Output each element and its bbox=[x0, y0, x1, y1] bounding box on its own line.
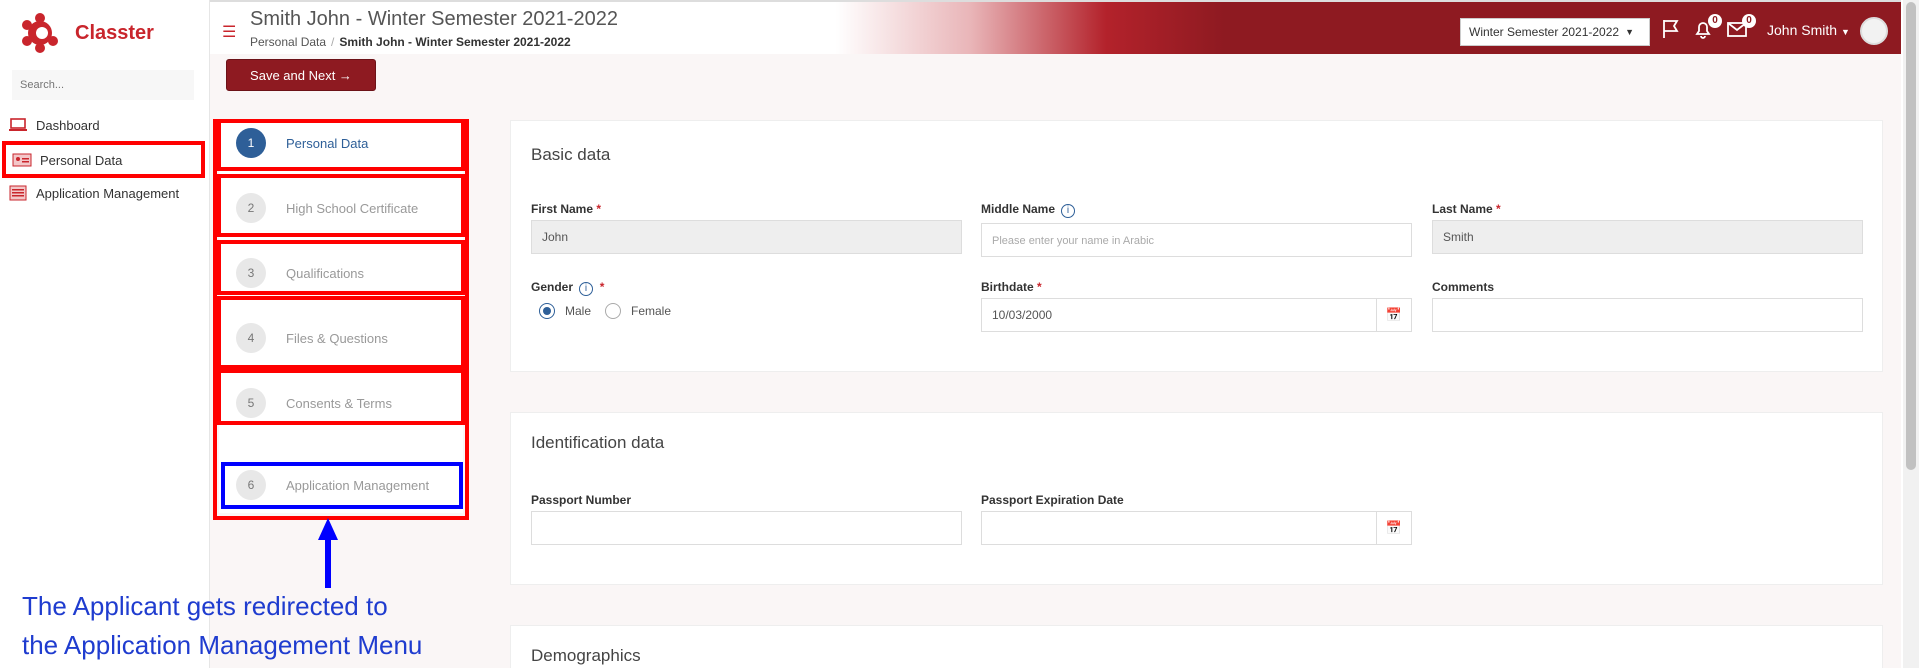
step-1-highlight bbox=[217, 119, 465, 171]
envelope-icon[interactable]: 0 bbox=[1726, 14, 1756, 40]
save-and-next-button[interactable]: Save and Next → bbox=[226, 59, 376, 91]
middle-name-field[interactable] bbox=[981, 223, 1412, 257]
birthdate-field[interactable] bbox=[981, 298, 1377, 332]
breadcrumb-separator: / bbox=[331, 35, 335, 49]
calendar-icon[interactable]: 📅 bbox=[1376, 298, 1412, 332]
messages-badge: 0 bbox=[1742, 14, 1756, 28]
sidebar-item-application-management[interactable]: Application Management bbox=[8, 180, 179, 206]
passport-number-field[interactable] bbox=[531, 511, 962, 545]
classter-logo[interactable] bbox=[20, 12, 60, 54]
breadcrumb-current: Smith John - Winter Semester 2021-2022 bbox=[339, 35, 571, 49]
flag-icon[interactable] bbox=[1660, 18, 1684, 40]
user-name: John Smith bbox=[1767, 22, 1838, 38]
comments-label: Comments bbox=[1432, 280, 1495, 294]
form-icon bbox=[9, 185, 27, 201]
basic-data-card: Basic data First Name * Middle Namei Las… bbox=[510, 120, 1883, 372]
sidebar-search-input[interactable] bbox=[12, 70, 194, 100]
avatar[interactable] bbox=[1860, 17, 1888, 45]
step-2-highlight bbox=[217, 174, 465, 237]
card-title: Identification data bbox=[531, 433, 665, 452]
page-title: Smith John - Winter Semester 2021-2022 bbox=[250, 8, 618, 30]
step-3-highlight bbox=[217, 240, 465, 295]
sidebar-item-dashboard[interactable]: Dashboard bbox=[8, 112, 100, 138]
info-icon[interactable]: i bbox=[1061, 204, 1076, 218]
breadcrumb: Personal Data / Smith John - Winter Semest… bbox=[250, 35, 571, 49]
identification-data-card: Identification data Passport Number Pass… bbox=[510, 412, 1883, 585]
top-header: ☰ Smith John - Winter Semester 2021-2022… bbox=[210, 0, 1901, 54]
last-name-label: Last Name * bbox=[1432, 202, 1501, 216]
gender-female-label[interactable]: Female bbox=[631, 304, 671, 318]
birthdate-label: Birthdate * bbox=[981, 280, 1042, 294]
passport-expiration-label: Passport Expiration Date bbox=[981, 493, 1124, 507]
brand-name: Classter bbox=[75, 22, 154, 44]
card-title: Basic data bbox=[531, 145, 611, 164]
annotation-text-line-1: The Applicant gets redirected to bbox=[22, 591, 388, 621]
step-4-highlight bbox=[217, 296, 465, 369]
comments-field[interactable] bbox=[1432, 298, 1863, 332]
middle-name-label: Middle Name i bbox=[981, 202, 1076, 218]
calendar-icon[interactable]: 📅 bbox=[1376, 511, 1412, 545]
scrollbar-thumb[interactable] bbox=[1906, 2, 1916, 470]
laptop-icon bbox=[9, 118, 27, 131]
first-name-field[interactable] bbox=[531, 220, 962, 254]
first-name-label: First Name * bbox=[531, 202, 602, 216]
step-6-highlight bbox=[221, 462, 463, 509]
gender-male-radio[interactable] bbox=[539, 303, 555, 319]
passport-expiration-field[interactable] bbox=[981, 511, 1377, 545]
sidebar: Classter Dashboard Personal Data Applica… bbox=[0, 0, 210, 668]
demographics-card: Demographics bbox=[510, 625, 1883, 668]
semester-select[interactable]: Winter Semester 2021-2022 ▼ bbox=[1460, 18, 1650, 46]
gender-male-label[interactable]: Male bbox=[565, 304, 591, 318]
sidebar-item-label: Application Management bbox=[36, 185, 180, 201]
annotation-text-line-2: the Application Management Menu bbox=[22, 630, 423, 660]
semester-select-value: Winter Semester 2021-2022 bbox=[1469, 25, 1620, 39]
sidebar-item-label: Dashboard bbox=[36, 117, 100, 133]
gender-label: Gender i * bbox=[531, 280, 605, 296]
info-icon[interactable]: i bbox=[579, 282, 594, 296]
breadcrumb-item[interactable]: Personal Data bbox=[250, 35, 326, 49]
hamburger-menu-icon[interactable]: ☰ bbox=[222, 22, 236, 42]
gender-female-radio[interactable] bbox=[605, 303, 621, 319]
bell-icon[interactable]: 0 bbox=[1692, 14, 1722, 40]
chevron-down-icon: ▼ bbox=[1625, 27, 1634, 37]
annotation-arrow bbox=[318, 518, 338, 588]
user-menu[interactable]: John Smith ▼ bbox=[1767, 22, 1850, 38]
personal-data-highlight bbox=[2, 141, 205, 178]
chevron-down-icon: ▼ bbox=[1840, 27, 1850, 37]
page-scrollbar[interactable] bbox=[1903, 0, 1919, 668]
card-title: Demographics bbox=[531, 646, 641, 665]
passport-number-label: Passport Number bbox=[531, 493, 632, 507]
last-name-field[interactable] bbox=[1432, 220, 1863, 254]
notifications-badge: 0 bbox=[1708, 14, 1722, 28]
step-5-highlight bbox=[217, 369, 465, 425]
